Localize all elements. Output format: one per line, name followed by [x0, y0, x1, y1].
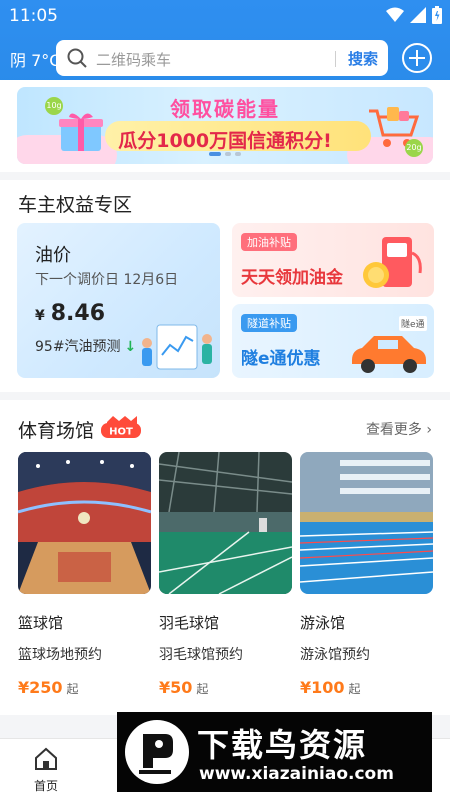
venue-name: 羽毛球馆: [159, 614, 220, 632]
venue-price: ¥250 起: [18, 678, 79, 697]
tunnel-sign: 隧e通: [399, 316, 427, 331]
fuel-subsidy-text: 天天领加油金: [241, 268, 343, 288]
car-icon: [352, 336, 426, 373]
top-header: 11:05 阴 7°C 二维码乘车 搜索: [0, 0, 450, 88]
tunnel-subsidy-tag: 隧道补贴: [241, 314, 297, 332]
venue-desc: 篮球场地预约: [18, 647, 102, 663]
wifi-icon: [386, 7, 404, 22]
price-amount: ¥50: [159, 678, 193, 697]
oil-forecast: 95#汽油预测 ↓: [35, 336, 136, 356]
search-icon: [67, 48, 87, 68]
section-title: 车主权益专区: [18, 194, 133, 216]
price-amount: ¥250: [18, 678, 63, 697]
tab-home[interactable]: 首页: [28, 747, 64, 794]
venue-card[interactable]: 羽毛球馆 羽毛球馆预约 ¥50 起: [159, 452, 292, 697]
banner-headline: 领取碳能量: [170, 97, 280, 121]
venue-name: 游泳馆: [300, 614, 346, 632]
hot-badge: HOT: [101, 416, 141, 438]
venue-price: ¥100 起: [300, 678, 361, 697]
venue-card[interactable]: 游泳馆 游泳馆预约 ¥100 起: [300, 452, 433, 697]
owner-rights-section: 车主权益专区 油价 下一个调价日 12月6日 ¥8.46 95#汽油预测 ↓ 加油…: [0, 180, 450, 392]
bird-logo-icon: [125, 720, 189, 784]
forecast-label: 95#汽油预测: [35, 339, 121, 355]
oil-price-card[interactable]: 油价 下一个调价日 12月6日 ¥8.46 95#汽油预测 ↓: [17, 223, 220, 378]
badminton-hall-image: [159, 452, 292, 594]
chevron-right-icon: ›: [426, 422, 432, 438]
watermark-url: www.xiazainiao.com: [199, 764, 394, 784]
promo-banner[interactable]: 10g 20g 领取碳能量 瓜分1000万国信通积分!: [17, 87, 433, 164]
signal-icon: [410, 7, 426, 23]
basketball-court-image: [18, 452, 151, 594]
price-suffix: 起: [66, 682, 79, 696]
status-time: 11:05: [9, 6, 58, 26]
tab-home-label: 首页: [33, 779, 58, 793]
price-suffix: 起: [196, 682, 209, 696]
swimming-pool-image: [300, 452, 433, 594]
view-more-label: 查看更多: [365, 422, 422, 438]
hot-badge-text: HOT: [109, 427, 133, 438]
search-bar[interactable]: 二维码乘车 搜索: [56, 40, 388, 76]
tunnel-subsidy-text: 隧e通优惠: [241, 349, 321, 369]
price-amount: ¥100: [300, 678, 345, 697]
fuel-pump-icon: [363, 237, 422, 288]
fuel-subsidy-card[interactable]: 加油补贴 天天领加油金: [232, 223, 434, 297]
next-adjust-date: 下一个调价日 12月6日: [35, 272, 179, 288]
venue-card[interactable]: 篮球馆 篮球场地预约 ¥250 起: [18, 452, 151, 697]
search-button[interactable]: 搜索: [348, 48, 378, 69]
sports-venues-section: 体育场馆 HOT 查看更多 › 篮球馆 篮球场地预约 ¥250 起 羽毛球馆 羽…: [0, 400, 450, 715]
view-more-link[interactable]: 查看更多 ›: [366, 419, 432, 439]
search-header: 阴 7°C 二维码乘车 搜索: [0, 38, 450, 78]
oil-title: 油价: [35, 245, 71, 266]
status-icons: [386, 6, 442, 24]
add-icon[interactable]: [402, 43, 432, 73]
analytics-illustration: [142, 324, 212, 370]
home-icon: [35, 747, 57, 770]
watermark-text: 下载鸟资源: [197, 726, 368, 764]
venue-desc: 羽毛球馆预约: [159, 647, 243, 663]
fuel-subsidy-tag: 加油补贴: [241, 233, 297, 251]
weather-text: 阴 7°C: [10, 51, 61, 70]
battery-icon: [432, 6, 442, 24]
oil-price: ¥8.46: [35, 301, 105, 326]
currency-symbol: ¥: [35, 308, 45, 324]
search-input[interactable]: 二维码乘车: [96, 49, 171, 70]
price-value: 8.46: [50, 301, 106, 326]
venue-desc: 游泳馆预约: [300, 647, 370, 663]
venue-price: ¥50 起: [159, 678, 208, 697]
watermark-overlay: 下载鸟资源 www.xiazainiao.com: [117, 712, 432, 792]
price-suffix: 起: [348, 682, 361, 696]
search-divider: [335, 51, 336, 67]
venue-name: 篮球馆: [18, 614, 64, 632]
status-bar: 11:05: [0, 0, 450, 30]
section-title: 体育场馆: [18, 420, 95, 442]
carousel-indicator: [17, 141, 433, 160]
tunnel-subsidy-card[interactable]: 隧道补贴 隧e通优惠 隧e通: [232, 304, 434, 378]
banner-section: 10g 20g 领取碳能量 瓜分1000万国信通积分!: [0, 80, 450, 172]
